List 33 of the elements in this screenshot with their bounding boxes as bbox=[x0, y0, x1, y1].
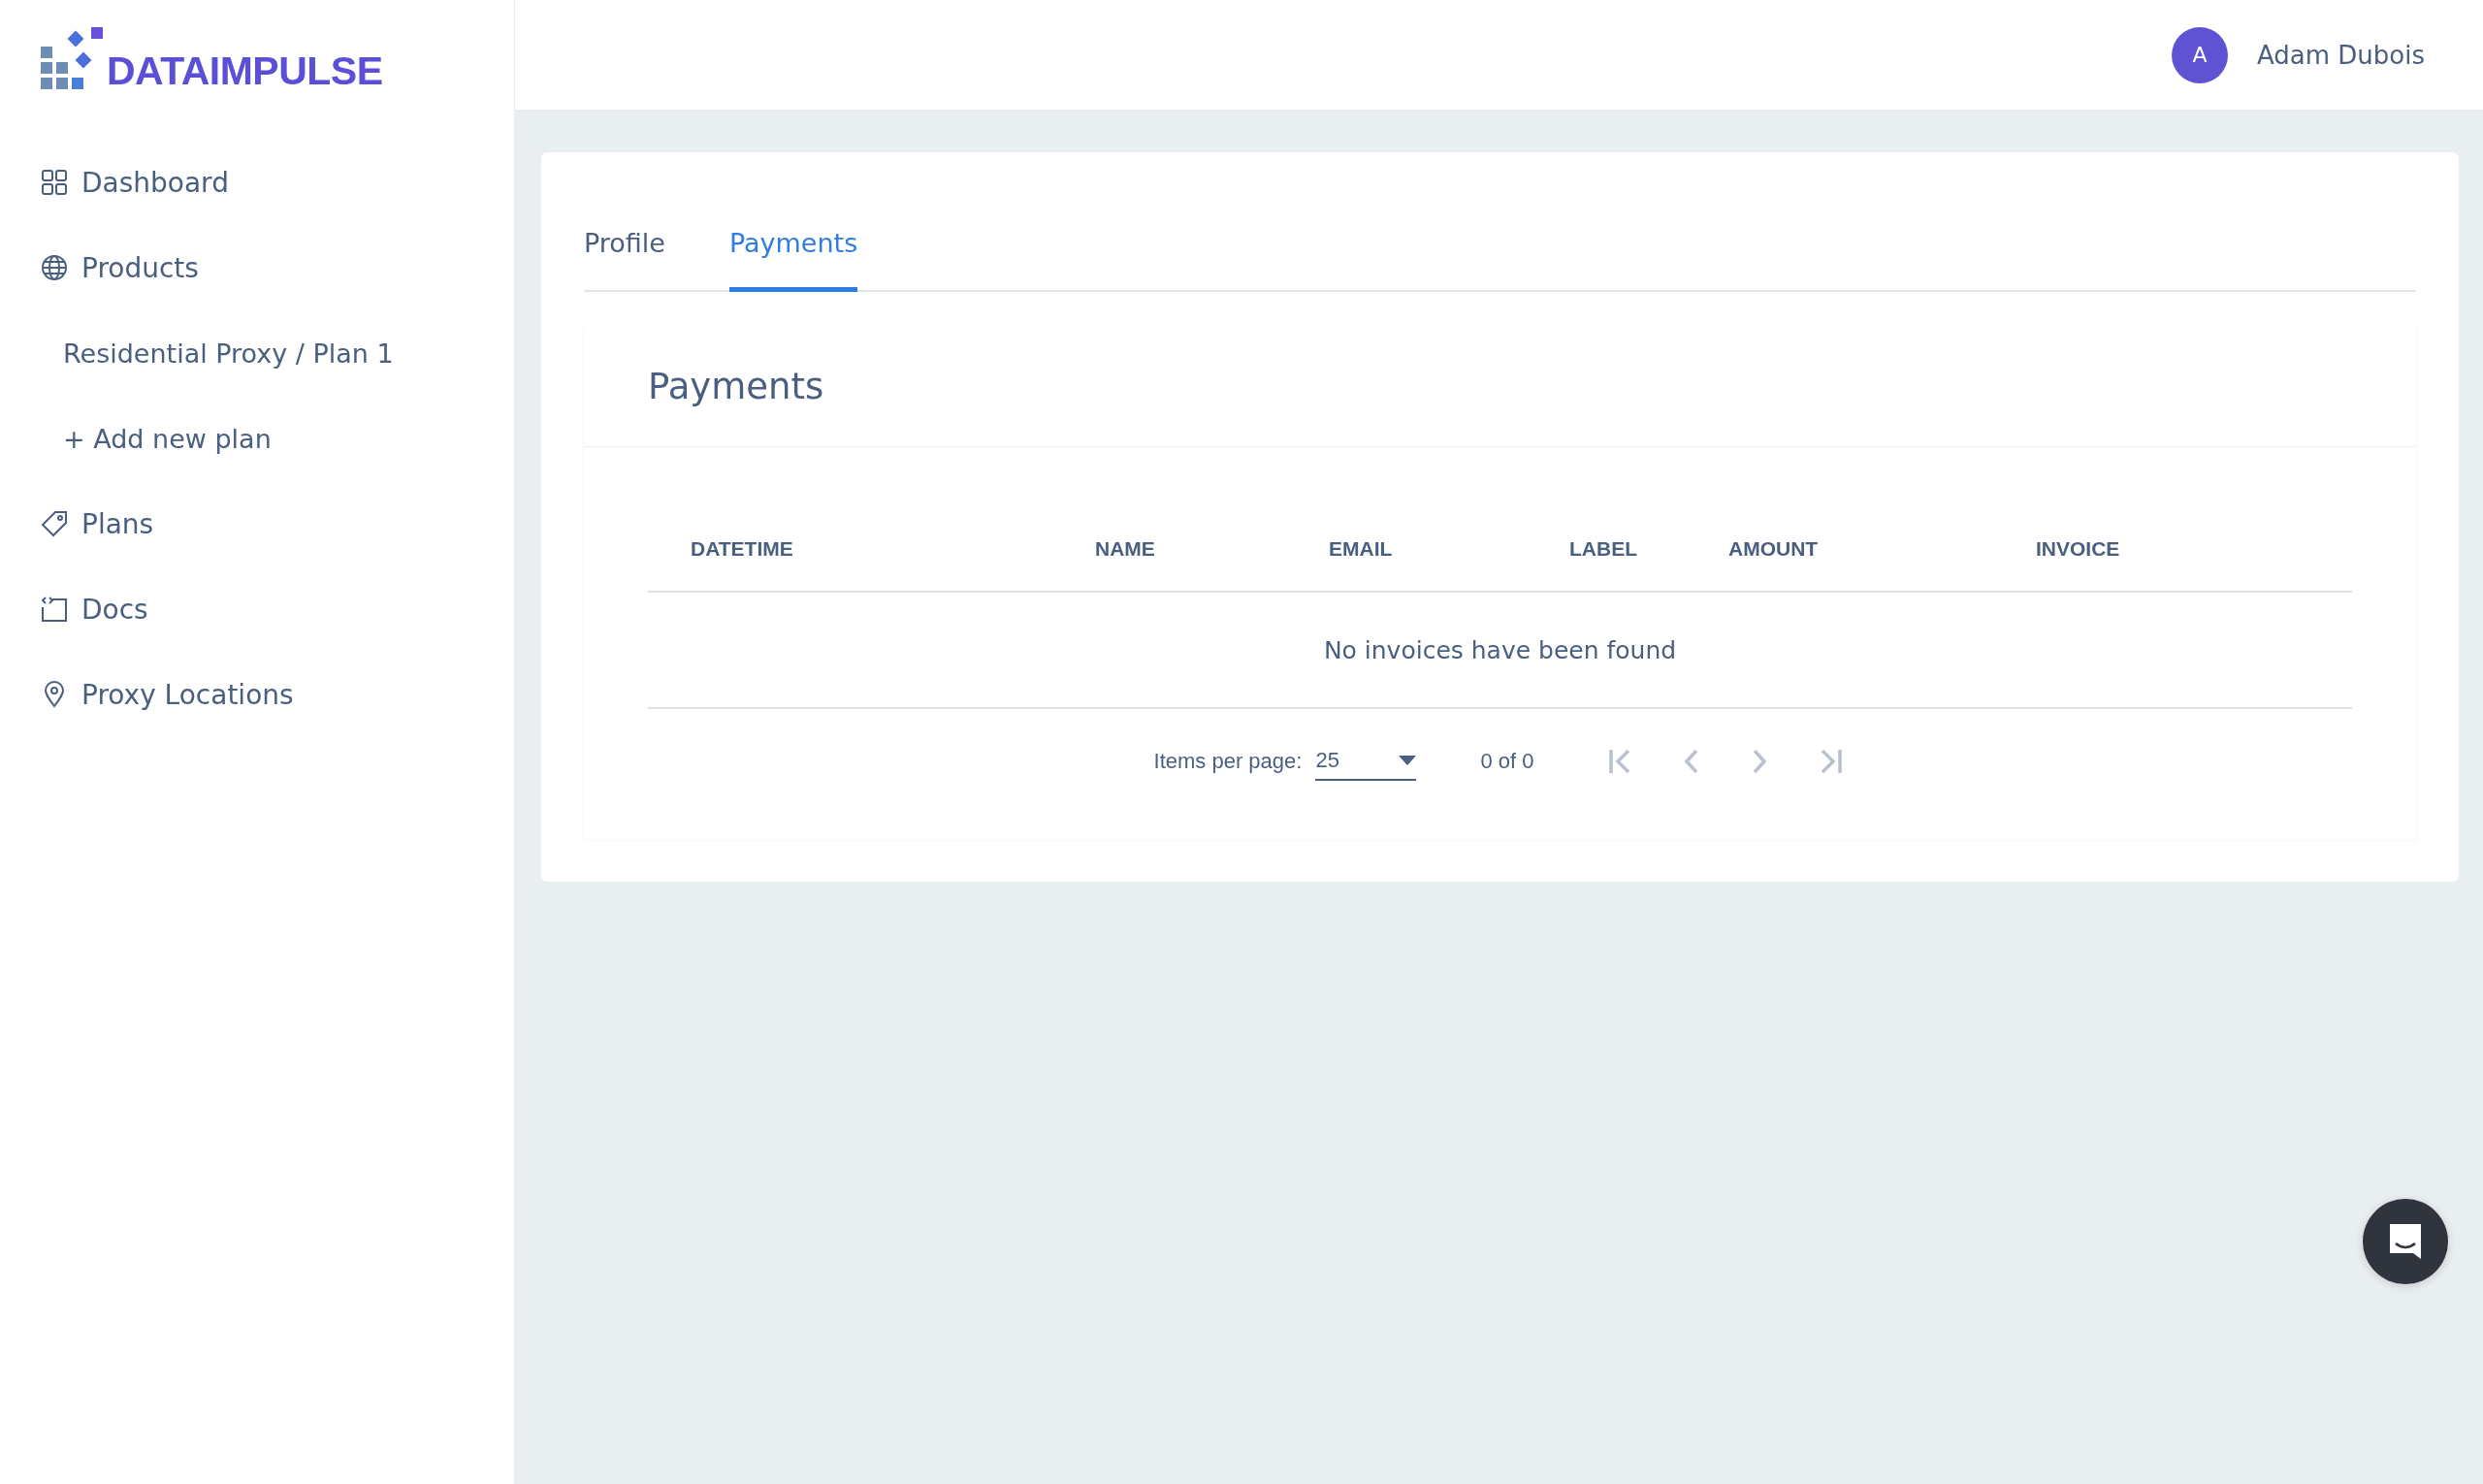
tab[interactable]: Payments bbox=[728, 228, 858, 292]
user-avatar[interactable]: A bbox=[2171, 26, 2228, 83]
docs-icon bbox=[41, 596, 68, 623]
column-header: LABEL bbox=[1569, 537, 1638, 561]
column-header: AMOUNT bbox=[1728, 537, 1820, 561]
column-header: DATETIME bbox=[691, 537, 794, 561]
column-header: NAME bbox=[1095, 537, 1156, 561]
items-per-page-label: Items per page: bbox=[1153, 749, 1303, 774]
grid-icon bbox=[41, 169, 68, 196]
empty-message: No invoices have been found bbox=[1323, 635, 1677, 664]
sidebar-item[interactable]: Docs bbox=[0, 566, 514, 652]
chevron-icon bbox=[1685, 749, 1699, 774]
logo-text: DATAIMPULSE bbox=[107, 51, 383, 93]
tab[interactable]: Profile bbox=[584, 228, 665, 292]
globe-icon bbox=[41, 254, 68, 281]
tag-icon bbox=[41, 510, 68, 537]
column-header: INVOICE bbox=[2036, 537, 2121, 561]
sidebar-item[interactable]: + Add new plan bbox=[0, 396, 514, 481]
sidebar-item[interactable]: Dashboard bbox=[0, 140, 514, 225]
user-name[interactable]: Adam Dubois bbox=[2256, 40, 2425, 70]
page-range: 0 of 0 bbox=[1480, 749, 1534, 774]
page-size-select[interactable]: 25 bbox=[1315, 742, 1417, 781]
bar-chevron-icon bbox=[1821, 749, 1843, 774]
bar-chevron-icon bbox=[1609, 749, 1631, 774]
sidebar-item[interactable]: Residential Proxy / Plan 1 bbox=[0, 310, 514, 396]
dropdown-caret-icon bbox=[1399, 756, 1417, 765]
sidebar-item[interactable]: Proxy Locations bbox=[0, 652, 514, 737]
chat-button[interactable] bbox=[2363, 1199, 2448, 1284]
panel-title: Payments bbox=[648, 366, 824, 407]
column-header: EMAIL bbox=[1329, 537, 1394, 561]
sidebar-item[interactable]: Plans bbox=[0, 481, 514, 566]
sidebar-item[interactable]: Products bbox=[0, 225, 514, 310]
chevron-icon bbox=[1753, 749, 1767, 774]
